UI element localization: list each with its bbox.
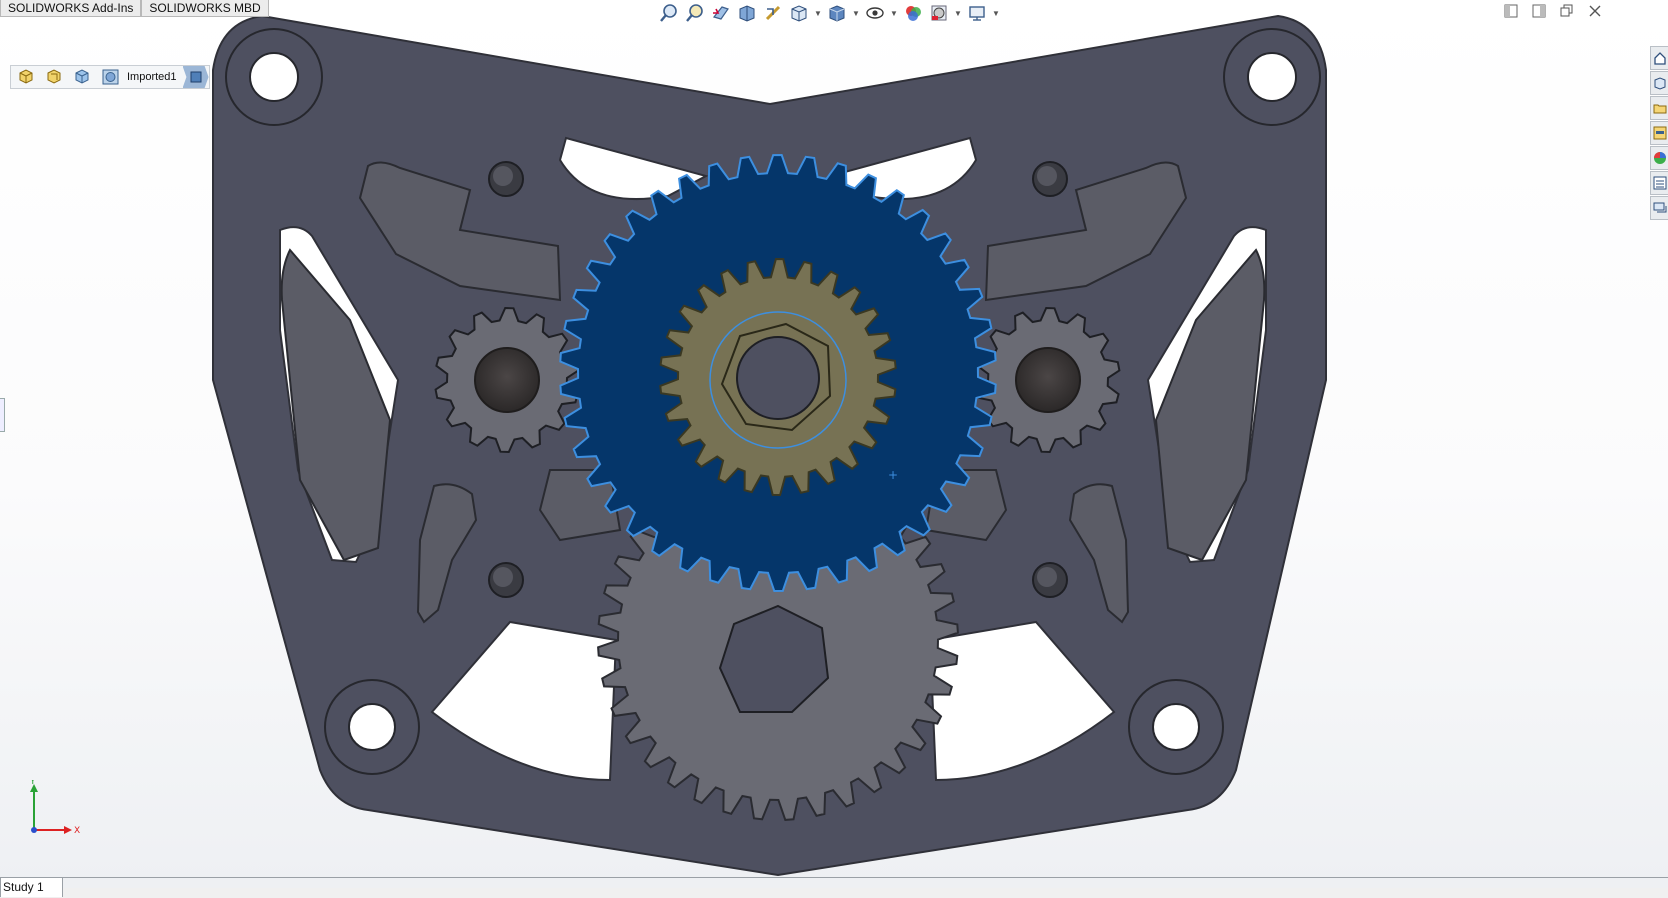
heads-up-view-toolbar: ▼ ▼ ▼ ▼ ▼ bbox=[658, 1, 1000, 25]
subassembly-icon[interactable] bbox=[41, 66, 69, 88]
appearances-scenes-icon[interactable] bbox=[1650, 146, 1668, 170]
restore-window-icon[interactable] bbox=[1558, 3, 1576, 19]
apply-scene-icon[interactable] bbox=[928, 2, 950, 24]
tile-right-icon[interactable] bbox=[1530, 3, 1548, 19]
custom-properties-icon[interactable] bbox=[1650, 171, 1668, 195]
tab-study-1[interactable]: Study 1 bbox=[0, 877, 63, 897]
graphics-viewport[interactable]: + SOLIDWORKS Add-Ins SOLIDWORKS MBD ▼ ▼ bbox=[0, 0, 1668, 888]
previous-view-icon[interactable] bbox=[710, 2, 732, 24]
hide-show-dropdown-icon[interactable]: ▼ bbox=[890, 2, 898, 24]
feature-manager-flyout-handle[interactable] bbox=[0, 398, 5, 432]
dynamic-annotation-icon[interactable] bbox=[762, 2, 784, 24]
part-icon[interactable] bbox=[69, 66, 97, 88]
imported-body-icon[interactable] bbox=[97, 66, 125, 88]
solidworks-resources-icon[interactable] bbox=[1650, 46, 1668, 70]
tile-left-icon[interactable] bbox=[1502, 3, 1520, 19]
view-palette-icon[interactable] bbox=[1650, 121, 1668, 145]
reference-triad: Y X bbox=[29, 780, 80, 836]
triad-y-label: Y bbox=[29, 780, 36, 787]
zoom-to-fit-icon[interactable] bbox=[658, 2, 680, 24]
view-settings-dropdown-icon[interactable]: ▼ bbox=[992, 2, 1000, 24]
close-window-icon[interactable] bbox=[1586, 3, 1604, 19]
task-pane-tabs bbox=[1650, 46, 1668, 221]
tab-solidworks-mbd[interactable]: SOLIDWORKS MBD bbox=[141, 0, 269, 17]
svg-text:+: + bbox=[888, 468, 898, 482]
triad-x-label: X bbox=[74, 826, 80, 836]
view-orientation-dropdown-icon[interactable]: ▼ bbox=[814, 2, 822, 24]
solidworks-forum-icon[interactable] bbox=[1650, 196, 1668, 220]
face-selection-icon[interactable] bbox=[182, 66, 209, 88]
section-view-icon[interactable] bbox=[736, 2, 758, 24]
bottom-tab-divider bbox=[0, 877, 1668, 878]
hide-show-items-icon[interactable] bbox=[864, 2, 886, 24]
edit-appearance-icon[interactable] bbox=[902, 2, 924, 24]
view-orientation-icon[interactable] bbox=[788, 2, 810, 24]
breadcrumb-label[interactable]: Imported1 bbox=[125, 71, 183, 83]
display-style-dropdown-icon[interactable]: ▼ bbox=[852, 2, 860, 24]
bottom-tabs: Study 1 bbox=[0, 877, 63, 897]
command-manager-tabs: SOLIDWORKS Add-Ins SOLIDWORKS MBD bbox=[0, 0, 269, 17]
display-style-icon[interactable] bbox=[826, 2, 848, 24]
file-explorer-icon[interactable] bbox=[1650, 96, 1668, 120]
document-window-controls bbox=[1502, 3, 1604, 19]
assembly-icon[interactable] bbox=[13, 66, 41, 88]
view-settings-icon[interactable] bbox=[966, 2, 988, 24]
breadcrumb: Imported1 bbox=[10, 65, 210, 89]
tab-solidworks-add-ins[interactable]: SOLIDWORKS Add-Ins bbox=[0, 0, 142, 17]
gearbox-model[interactable]: + bbox=[0, 0, 1668, 888]
design-library-icon[interactable] bbox=[1650, 71, 1668, 95]
zoom-to-area-icon[interactable] bbox=[684, 2, 706, 24]
apply-scene-dropdown-icon[interactable]: ▼ bbox=[954, 2, 962, 24]
status-bar bbox=[0, 888, 1668, 898]
